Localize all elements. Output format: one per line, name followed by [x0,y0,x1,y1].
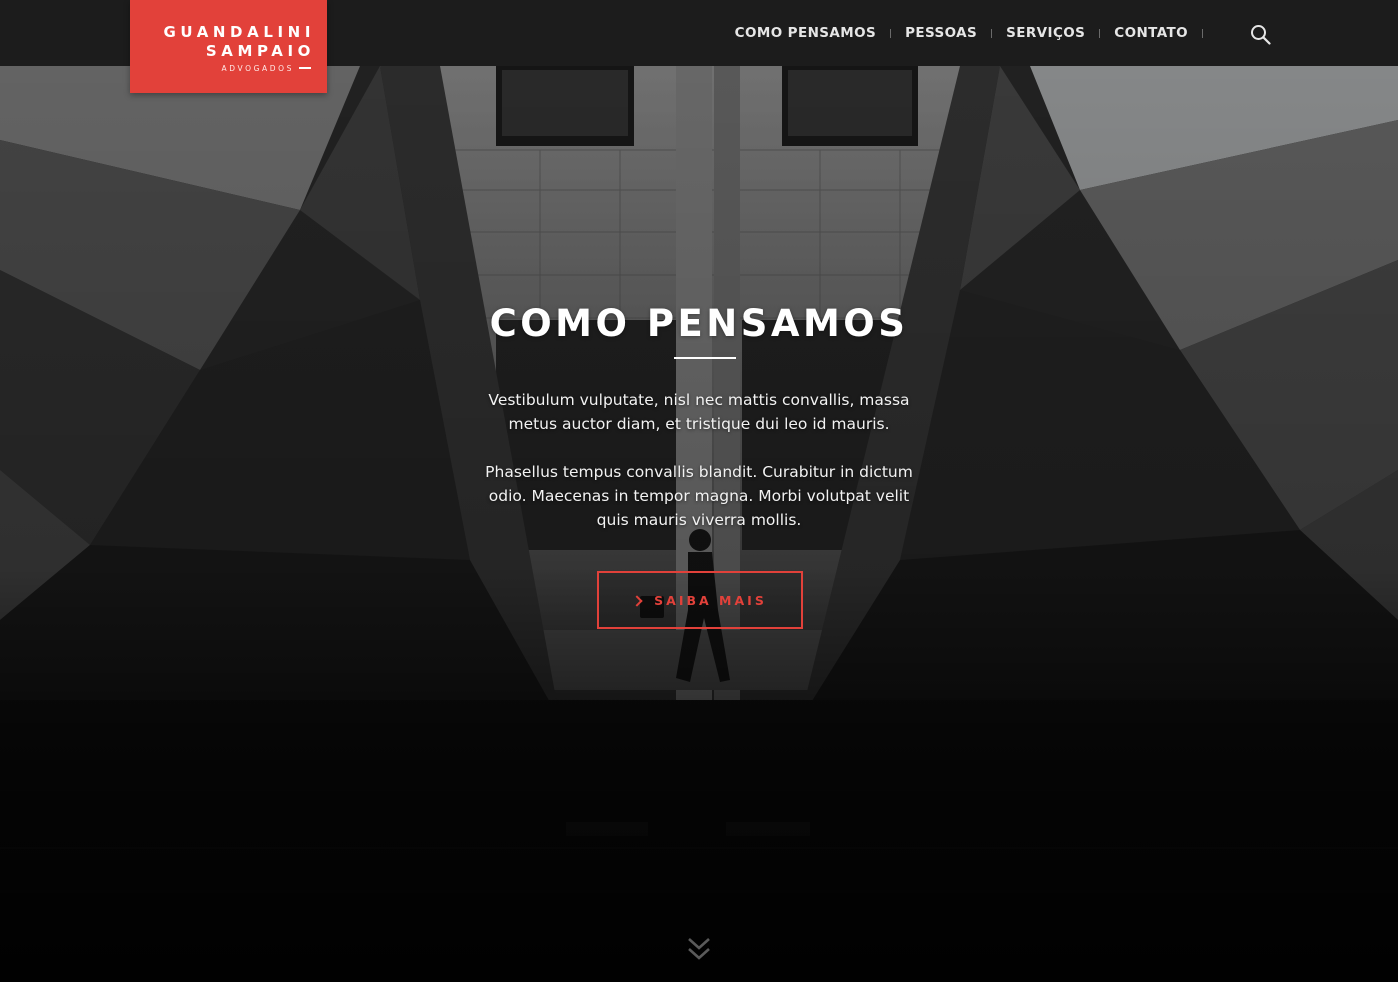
nav-item-como-pensamos[interactable]: COMO PENSAMOS [735,25,876,41]
hero-title-underline [674,357,736,359]
cta-label: SAIBA MAIS [654,592,767,608]
hero-paragraph-1-line: metus auctor diam, et tristique dui leo … [508,415,890,433]
search-icon[interactable] [1250,24,1272,46]
logo-text-line-1: GUANDALINI [163,23,315,41]
hero-paragraph-1: Vestibulum vulputate, nisl nec mattis co… [0,388,1398,436]
hero-paragraph-2-line: Phasellus tempus convallis blandit. Cura… [485,463,913,481]
nav-item-servicos[interactable]: SERVIÇOS [1006,25,1085,41]
logo-dash [299,67,311,69]
hero-paragraph-2-line: quis mauris viverra mollis. [596,511,802,529]
hero-paragraph-2-line: odio. Maecenas in tempor magna. Morbi vo… [488,487,910,505]
hero-paragraph-1-line: Vestibulum vulputate, nisl nec mattis co… [488,391,910,409]
hero-paragraph-2: Phasellus tempus convallis blandit. Cura… [0,460,1398,532]
logo-text-line-2: SAMPAIO [205,42,315,60]
double-chevron-down-icon[interactable] [686,936,712,962]
brand-logo[interactable]: GUANDALINI SAMPAIO ADVOGADOS [130,0,327,93]
main-nav: COMO PENSAMOS PESSOAS SERVIÇOS CONTATO [735,0,1217,66]
nav-item-contato[interactable]: CONTATO [1114,25,1188,41]
hero-title: COMO PENSAMOS [489,302,909,345]
nav-separator [1202,28,1203,38]
nav-item-pessoas[interactable]: PESSOAS [905,25,977,41]
logo-text-line-3: ADVOGADOS [221,64,294,73]
nav-separator [1099,28,1101,38]
page: COMO PENSAMOS PESSOAS SERVIÇOS CONTATO G… [0,0,1398,982]
chevron-right-icon [631,594,643,607]
nav-separator [991,28,993,38]
saiba-mais-button[interactable]: SAIBA MAIS [597,571,803,629]
nav-separator [890,28,892,38]
